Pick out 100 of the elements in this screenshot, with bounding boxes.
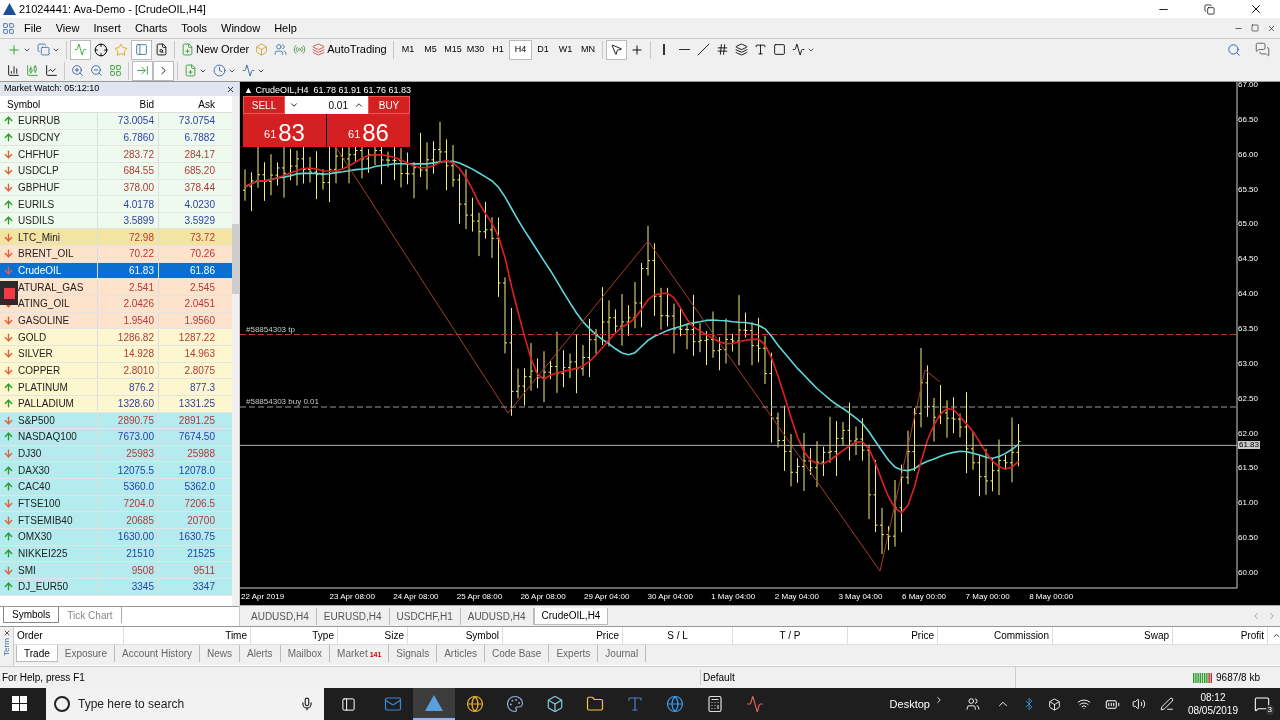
decrease-icon[interactable]: [289, 100, 299, 110]
column-header[interactable]: Bid: [97, 96, 158, 112]
menu-item[interactable]: Tools: [174, 19, 214, 37]
chart-tab[interactable]: USDCHF,H1: [389, 607, 461, 625]
column-header[interactable]: Size: [338, 627, 408, 644]
terminal-tab[interactable]: Journal: [598, 645, 647, 662]
column-header[interactable]: Symbol: [0, 96, 97, 112]
menu-item[interactable]: Insert: [86, 19, 128, 37]
symbol-row[interactable]: DAX30 12075.5 12078.0: [0, 462, 233, 480]
cursor-button[interactable]: [606, 39, 628, 60]
column-header[interactable]: Ask: [158, 96, 219, 112]
menu-item[interactable]: File: [17, 19, 49, 37]
menu-item[interactable]: Help: [267, 19, 304, 37]
terminal-tab[interactable]: Signals: [389, 645, 438, 662]
symbol-row[interactable]: ATURAL_GAS 2.541 2.545: [0, 279, 233, 297]
chat-icon[interactable]: [1255, 42, 1270, 57]
timeframe-button[interactable]: M15: [441, 39, 465, 60]
symbol-row[interactable]: PLATINUM 876.2 877.3: [0, 379, 233, 396]
symbol-row[interactable]: OMX30 1630.00 1630.75: [0, 529, 233, 546]
buy-button[interactable]: BUY: [368, 96, 410, 114]
close-icon[interactable]: [1249, 2, 1263, 16]
terminal-tab[interactable]: News: [200, 645, 241, 662]
chart-tab[interactable]: CrudeOIL,H4: [533, 607, 609, 625]
microphone-icon[interactable]: [300, 697, 314, 711]
scroll-icon[interactable]: [1272, 631, 1280, 640]
symbol-row[interactable]: NASDAQ100 7673.00 7674.50: [0, 429, 233, 446]
search-icon[interactable]: [1227, 42, 1241, 57]
panel-tab[interactable]: Tick Chart: [59, 607, 122, 623]
chart-tab[interactable]: AUDUSD,H4: [460, 607, 534, 625]
new-order-button[interactable]: New Order: [178, 39, 253, 60]
restore-icon[interactable]: [1204, 3, 1215, 15]
task-view-icon[interactable]: [341, 696, 356, 712]
recording-controls-toast[interactable]: [0, 281, 18, 305]
pen-icon[interactable]: [1159, 697, 1174, 711]
column-header[interactable]: Swap: [1053, 627, 1173, 644]
stop-icon[interactable]: [3, 287, 15, 299]
symbol-row[interactable]: FTSEMIB40 20685 20700: [0, 512, 233, 529]
column-header[interactable]: Symbol: [408, 627, 503, 644]
timeframe-button[interactable]: M30: [464, 39, 487, 60]
symbol-row[interactable]: EURRUB 73.0054 73.0754: [0, 113, 233, 130]
symbol-row[interactable]: SMI 9508 9511: [0, 562, 233, 579]
chart-tab[interactable]: EURUSD,H4: [316, 607, 390, 625]
close-icon[interactable]: [2, 629, 11, 637]
symbol-row[interactable]: GOLD 1286.82 1287.22: [0, 329, 233, 346]
terminal-tab[interactable]: Exposure: [57, 645, 115, 662]
panel-tab[interactable]: Symbols: [3, 607, 60, 623]
auto-trading-button[interactable]: AutoTrading: [309, 39, 390, 60]
symbol-row[interactable]: ATING_OIL 2.0426 2.0451: [0, 296, 233, 313]
terminal-tab[interactable]: Trade: [16, 645, 58, 662]
timeframe-button[interactable]: MN: [576, 39, 600, 60]
timeframe-button[interactable]: W1: [554, 39, 577, 60]
taskbar-search-field[interactable]: Type here to search: [46, 688, 324, 720]
column-header[interactable]: Order: [14, 627, 124, 644]
chart-window-icon[interactable]: [2, 21, 15, 35]
volume-icon[interactable]: [1131, 697, 1146, 711]
chart-tab[interactable]: AUDUSD,H4: [244, 607, 317, 625]
column-header[interactable]: Time: [124, 627, 251, 644]
timeframe-button[interactable]: D1: [531, 39, 555, 60]
desktop-toolbar-label[interactable]: Desktop: [889, 695, 930, 713]
terminal-tab[interactable]: Code Base: [484, 645, 550, 662]
increase-icon[interactable]: [354, 100, 364, 110]
app-icon[interactable]: [746, 695, 764, 713]
app-icon[interactable]: [546, 695, 564, 713]
column-header[interactable]: Type: [251, 627, 338, 644]
people-icon[interactable]: [965, 697, 980, 711]
column-header[interactable]: S / L: [623, 627, 733, 644]
sell-button[interactable]: SELL: [243, 96, 285, 114]
terminal-tab[interactable]: Alerts: [240, 645, 281, 662]
wifi-icon[interactable]: [1076, 697, 1091, 711]
column-header[interactable]: T / P: [733, 627, 848, 644]
column-header[interactable]: Commission: [938, 627, 1053, 644]
column-header[interactable]: Profit: [1173, 627, 1268, 644]
symbol-row[interactable]: BRENT_OIL 70.22 70.26: [0, 246, 233, 263]
calculator-icon[interactable]: [706, 695, 724, 713]
restore-icon[interactable]: [1251, 24, 1259, 32]
folder-icon[interactable]: [586, 695, 604, 713]
palette-icon[interactable]: [506, 695, 524, 713]
column-header[interactable]: Price: [503, 627, 623, 644]
windows-start-icon[interactable]: [12, 696, 28, 712]
column-header[interactable]: Price: [848, 627, 938, 644]
browser-icon[interactable]: [466, 695, 484, 713]
timeframe-button[interactable]: M5: [419, 39, 442, 60]
trading-app-icon[interactable]: [425, 695, 443, 711]
timeframe-button[interactable]: H4: [509, 39, 532, 60]
scrollbar[interactable]: [232, 96, 239, 606]
timeframe-button[interactable]: H1: [486, 39, 510, 60]
menu-item[interactable]: View: [48, 19, 87, 37]
menu-item[interactable]: Charts: [127, 19, 175, 37]
menu-item[interactable]: Window: [214, 19, 268, 37]
terminal-tab[interactable]: Mailbox: [280, 645, 331, 662]
symbol-row[interactable]: CHFHUF 283.72 284.17: [0, 146, 233, 163]
mail-app-icon[interactable]: [384, 695, 402, 713]
timeframe-button[interactable]: M1: [396, 39, 420, 60]
symbol-row[interactable]: EURILS 4.0178 4.0230: [0, 196, 233, 213]
terminal-tab[interactable]: Account History: [115, 645, 201, 662]
close-icon[interactable]: [226, 84, 235, 94]
terminal-tab[interactable]: Articles: [437, 645, 485, 662]
symbol-row[interactable]: CAC40 5360.0 5362.0: [0, 479, 233, 496]
symbol-row[interactable]: LTC_Mini 72.98 73.72: [0, 229, 233, 247]
terminal-tab[interactable]: Experts: [549, 645, 599, 662]
